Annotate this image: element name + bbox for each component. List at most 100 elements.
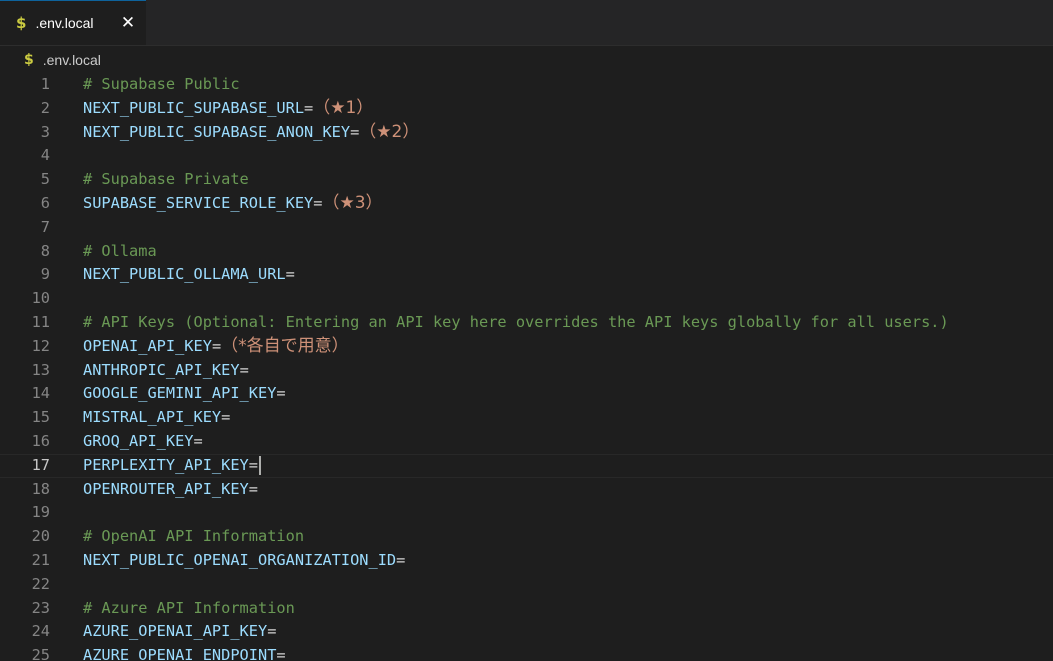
line-number: 20	[31, 527, 50, 546]
line-content: OPENAI_API_KEY=（*各自で用意）	[83, 335, 349, 359]
equals-sign: =	[276, 646, 286, 661]
code-line[interactable]: 12 OPENAI_API_KEY=（*各自で用意）	[0, 335, 1053, 359]
tab-label: .env.local	[35, 15, 94, 31]
equals-sign: =	[248, 455, 258, 474]
line-content: OPENROUTER_API_KEY=	[83, 478, 258, 502]
line-content: GOOGLE_GEMINI_API_KEY=	[83, 382, 286, 406]
line-number: 12	[31, 336, 50, 355]
equals-sign: =	[350, 122, 360, 141]
env-key: NEXT_PUBLIC_SUPABASE_URL	[83, 98, 305, 117]
code-line[interactable]: 22	[0, 573, 1053, 597]
code-line[interactable]: 6 SUPABASE_SERVICE_ROLE_KEY=（★3）	[0, 192, 1053, 216]
tab-bar: $ .env.local ✕	[0, 0, 1053, 46]
code-line[interactable]: 18 OPENROUTER_API_KEY=	[0, 478, 1053, 502]
line-number: 1	[40, 75, 50, 93]
line-content: # API Keys (Optional: Entering an API ke…	[83, 311, 949, 335]
code-line[interactable]: 13 ANTHROPIC_API_KEY=	[0, 359, 1053, 383]
line-number: 15	[31, 408, 50, 427]
env-key: NEXT_PUBLIC_SUPABASE_ANON_KEY	[83, 122, 351, 141]
tab-env-local[interactable]: $ .env.local ✕	[0, 0, 146, 45]
text-cursor	[259, 455, 261, 475]
env-value: （★3）	[322, 192, 383, 213]
env-key: GROQ_API_KEY	[83, 431, 194, 450]
code-line[interactable]: 24 AZURE_OPENAI_API_KEY=	[0, 620, 1053, 644]
code-line[interactable]: 10	[0, 287, 1053, 311]
code-line[interactable]: 21 NEXT_PUBLIC_OPENAI_ORGANIZATION_ID=	[0, 549, 1053, 573]
breadcrumb-item-env-local[interactable]: .env.local	[43, 52, 101, 68]
line-content: # Ollama	[83, 240, 157, 264]
env-key: OPENROUTER_API_KEY	[83, 479, 249, 498]
env-value: （★1）	[313, 97, 374, 118]
line-number: 25	[31, 646, 50, 661]
equals-sign: =	[239, 360, 249, 379]
line-number: 23	[31, 598, 50, 617]
equals-sign: =	[304, 98, 314, 117]
env-key: NEXT_PUBLIC_OPENAI_ORGANIZATION_ID	[83, 550, 397, 569]
line-number: 14	[31, 384, 50, 403]
equals-sign: =	[285, 265, 295, 284]
code-line[interactable]: 9 NEXT_PUBLIC_OLLAMA_URL=	[0, 263, 1053, 287]
env-key: SUPABASE_SERVICE_ROLE_KEY	[83, 193, 314, 212]
line-number: 13	[31, 360, 50, 379]
line-content: NEXT_PUBLIC_SUPABASE_ANON_KEY=（★2）	[83, 121, 419, 145]
breadcrumb: $ .env.local	[0, 46, 1053, 73]
code-line[interactable]: 11 # API Keys (Optional: Entering an API …	[0, 311, 1053, 335]
code-line[interactable]: 2 NEXT_PUBLIC_SUPABASE_URL=（★1）	[0, 97, 1053, 121]
comment-text: # Supabase Private	[83, 170, 249, 189]
env-key: NEXT_PUBLIC_OLLAMA_URL	[83, 265, 286, 284]
line-content: PERPLEXITY_API_KEY=	[83, 454, 261, 478]
code-line[interactable]: 8 # Ollama	[0, 240, 1053, 264]
line-number: 16	[31, 431, 50, 450]
line-number: 3	[40, 122, 50, 141]
line-number: 24	[31, 622, 50, 641]
env-key: PERPLEXITY_API_KEY	[83, 455, 249, 474]
env-key: OPENAI_API_KEY	[83, 336, 212, 355]
env-value: （★2）	[359, 121, 420, 142]
code-line[interactable]: 15 MISTRAL_API_KEY=	[0, 406, 1053, 430]
env-key: ANTHROPIC_API_KEY	[83, 360, 240, 379]
code-line[interactable]: 19	[0, 501, 1053, 525]
line-content: ANTHROPIC_API_KEY=	[83, 359, 249, 383]
line-content: NEXT_PUBLIC_SUPABASE_URL=（★1）	[83, 97, 373, 121]
code-line[interactable]: 7	[0, 216, 1053, 240]
line-content: AZURE_OPENAI_API_KEY=	[83, 620, 276, 644]
code-line[interactable]: 3 NEXT_PUBLIC_SUPABASE_ANON_KEY=（★2）	[0, 121, 1053, 145]
comment-text: # Azure API Information	[83, 598, 295, 617]
line-content: MISTRAL_API_KEY=	[83, 406, 230, 430]
code-line[interactable]: 16 GROQ_API_KEY=	[0, 430, 1053, 454]
line-content: # OpenAI API Information	[83, 525, 304, 549]
equals-sign: =	[221, 408, 231, 427]
line-number: 17	[31, 455, 50, 474]
equals-sign: =	[248, 479, 258, 498]
code-line[interactable]: 5 # Supabase Private	[0, 168, 1053, 192]
code-line[interactable]: 20 # OpenAI API Information	[0, 525, 1053, 549]
line-number: 4	[40, 146, 50, 165]
line-number: 5	[40, 170, 50, 189]
code-line[interactable]: 25 AZURE_OPENAI_ENDPOINT=	[0, 644, 1053, 661]
line-content: NEXT_PUBLIC_OLLAMA_URL=	[83, 263, 295, 287]
env-value: （*各自で用意）	[221, 335, 349, 356]
line-content: # Azure API Information	[83, 597, 295, 621]
env-key: AZURE_OPENAI_ENDPOINT	[83, 646, 277, 661]
code-line[interactable]: 4	[0, 144, 1053, 168]
comment-text: # Supabase Public	[83, 75, 240, 93]
env-file-icon: $	[24, 51, 34, 68]
equals-sign: =	[193, 431, 203, 450]
line-number: 2	[40, 98, 50, 117]
line-number: 8	[40, 241, 50, 260]
close-icon[interactable]: ✕	[118, 12, 138, 34]
line-number: 10	[31, 289, 50, 308]
code-line[interactable]: 1 # Supabase Public	[0, 73, 1053, 97]
env-key: GOOGLE_GEMINI_API_KEY	[83, 384, 277, 403]
code-editor[interactable]: 1 # Supabase Public 2 NEXT_PUBLIC_SUPABASE_…	[0, 73, 1053, 661]
code-line[interactable]: 17 PERPLEXITY_API_KEY=	[0, 454, 1053, 478]
equals-sign: =	[396, 550, 406, 569]
line-content: NEXT_PUBLIC_OPENAI_ORGANIZATION_ID=	[83, 549, 405, 573]
env-key: AZURE_OPENAI_API_KEY	[83, 622, 268, 641]
comment-text: # API Keys (Optional: Entering an API ke…	[83, 312, 949, 331]
code-line[interactable]: 14 GOOGLE_GEMINI_API_KEY=	[0, 382, 1053, 406]
code-line[interactable]: 23 # Azure API Information	[0, 597, 1053, 621]
line-content: GROQ_API_KEY=	[83, 430, 203, 454]
env-key: MISTRAL_API_KEY	[83, 408, 222, 427]
env-file-icon: $	[16, 14, 27, 32]
